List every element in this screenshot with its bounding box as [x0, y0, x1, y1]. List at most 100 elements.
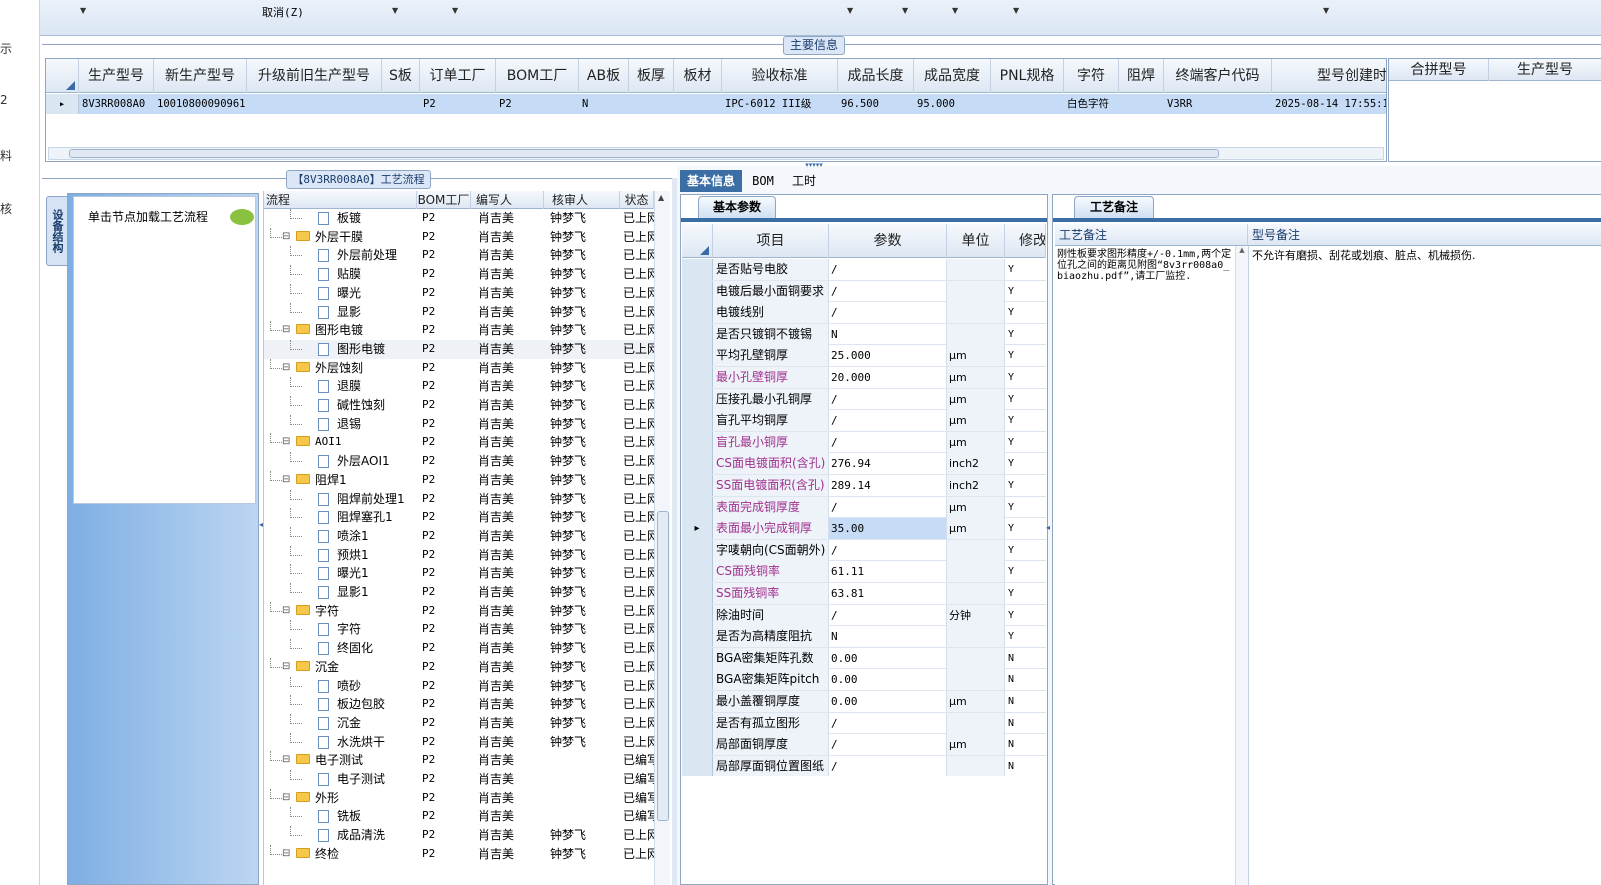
column-header[interactable]: PNL规格	[991, 59, 1064, 93]
collapse-toggle-icon[interactable]: ⊟	[282, 845, 290, 864]
dropdown-caret-icon[interactable]: ▼	[1013, 6, 1019, 15]
collapse-toggle-icon[interactable]: ⊟	[282, 359, 290, 378]
cell[interactable]	[629, 94, 674, 114]
cell[interactable]: 2025-08-14 17:55:15	[1272, 94, 1386, 114]
column-header[interactable]: 编写人	[471, 191, 544, 209]
param-value[interactable]: 35.00	[829, 518, 947, 540]
param-value[interactable]: /	[829, 431, 947, 453]
process-tree-row[interactable]: 成品清洗 P2 肖吉美 钟梦飞 已上网	[264, 826, 670, 845]
process-tree-row[interactable]: 曝光1 P2 肖吉美 钟梦飞 已上网	[264, 564, 670, 583]
note-scrollbar[interactable]: ▲	[1235, 246, 1248, 885]
param-value[interactable]: /	[829, 712, 947, 734]
model-note-text[interactable]: 不允许有磨损、刮花或划痕、脏点、机械损伤.	[1252, 249, 1597, 262]
process-tree-row[interactable]: 阻焊前处理1 P2 肖吉美 钟梦飞 已上网	[264, 489, 670, 509]
cell[interactable]: N	[579, 94, 629, 114]
process-tree-row[interactable]: 板镀 P2 肖吉美 钟梦飞 已上网	[264, 209, 670, 228]
column-header[interactable]: 字符	[1064, 59, 1119, 93]
column-header[interactable]: 核审人	[544, 191, 620, 209]
process-tree-row[interactable]: 显影1 P2 肖吉美 钟梦飞 已上网	[264, 583, 670, 602]
scrollbar-thumb[interactable]	[657, 511, 669, 821]
param-row[interactable]: 是否有孤立图形 / N	[682, 712, 1046, 735]
vertical-scrollbar[interactable]: ▲	[654, 191, 670, 885]
param-row[interactable]: 字唛朝向(CS面朝外) / Y	[682, 539, 1046, 562]
dropdown-caret-icon[interactable]: ▼	[902, 6, 908, 15]
param-value[interactable]: N	[829, 323, 947, 345]
column-header[interactable]: 型号创建时	[1272, 59, 1386, 93]
cell[interactable]	[382, 94, 420, 114]
left-nav-item[interactable]: 2	[0, 93, 8, 107]
process-tree-row[interactable]: ⊟ 外层蚀刻 P2 肖吉美 钟梦飞 已上网	[264, 358, 670, 378]
param-row[interactable]: 是否只镀铜不镀锡 N Y	[682, 323, 1046, 346]
process-tree-row[interactable]: 碱性蚀刻 P2 肖吉美 钟梦飞 已上网	[264, 396, 670, 415]
cell[interactable]	[247, 94, 382, 114]
param-row[interactable]: 盲孔平均铜厚 / μm Y	[682, 410, 1046, 432]
param-row[interactable]: SS面电镀面积(含孔) 289.14 inch2 Y	[682, 475, 1046, 497]
param-row[interactable]: CS面电镀面积(含孔) 276.94 inch2 Y	[682, 453, 1046, 475]
process-tree-row[interactable]: 贴膜 P2 肖吉美 钟梦飞 已上网	[264, 265, 670, 284]
param-value[interactable]: 0.00	[829, 647, 947, 669]
tab-bom[interactable]: BOM	[746, 170, 780, 192]
dropdown-caret-icon[interactable]: ▼	[452, 6, 458, 15]
param-row[interactable]: 局部面铜厚度 / μm N	[682, 734, 1046, 756]
process-tree-row[interactable]: 水洗烘干 P2 肖吉美 钟梦飞 已上网	[264, 732, 670, 752]
cell[interactable]: 95.000	[914, 94, 991, 114]
scrollbar-thumb[interactable]	[69, 149, 1219, 158]
collapse-toggle-icon[interactable]: ⊟	[282, 433, 290, 452]
column-header[interactable]: 订单工厂	[420, 59, 496, 93]
param-row[interactable]: 电镀后最小面铜要求 / Y	[682, 280, 1046, 303]
param-row[interactable]: SS面残铜率 63.81 Y	[682, 583, 1046, 605]
column-header[interactable]: 状态	[620, 191, 654, 209]
collapse-toggle-icon[interactable]: ⊟	[282, 751, 290, 770]
process-tree-row[interactable]: ⊟ 字符 P2 肖吉美 钟梦飞 已上网	[264, 601, 670, 621]
process-tree-row[interactable]: 预烘1 P2 肖吉美 钟梦飞 已上网	[264, 545, 670, 565]
param-row[interactable]: BGA密集矩阵pitch 0.00 N	[682, 669, 1046, 691]
column-header[interactable]: 合拼型号	[1389, 59, 1489, 81]
scroll-up-icon[interactable]: ▲	[658, 193, 664, 202]
param-value[interactable]: /	[829, 496, 947, 518]
column-header[interactable]: 阻焊	[1119, 59, 1164, 93]
param-row[interactable]: BGA密集矩阵孔数 0.00 N	[682, 647, 1046, 670]
tab-work-hours[interactable]: 工时	[784, 170, 824, 192]
process-tree-row[interactable]: ⊟ 外层干膜 P2 肖吉美 钟梦飞 已上网	[264, 227, 670, 247]
collapse-toggle-icon[interactable]: ⊟	[282, 471, 290, 490]
param-value[interactable]: 289.14	[829, 475, 947, 496]
process-tree-row[interactable]: 阻焊塞孔1 P2 肖吉美 钟梦飞 已上网	[264, 508, 670, 527]
cell[interactable]: V3RR	[1164, 94, 1272, 114]
process-tree-row[interactable]: 外层前处理 P2 肖吉美 钟梦飞 已上网	[264, 246, 670, 265]
device-structure-tab[interactable]: 设备结构	[46, 196, 68, 266]
collapse-toggle-icon[interactable]: ⊟	[282, 321, 290, 340]
cell[interactable]	[991, 94, 1064, 114]
param-row[interactable]: 是否贴号电胶 / Y	[682, 259, 1046, 281]
param-value[interactable]: /	[829, 259, 947, 280]
column-header[interactable]: 成品宽度	[914, 59, 991, 93]
param-value[interactable]: 61.11	[829, 561, 947, 583]
process-tree-row[interactable]: 曝光 P2 肖吉美 钟梦飞 已上网	[264, 283, 670, 303]
collapse-handle-icon[interactable]: ▾▾▾▾▾	[784, 162, 844, 169]
column-header[interactable]: 升级前旧生产型号	[247, 59, 382, 93]
column-header[interactable]: 板材	[674, 59, 722, 93]
param-value[interactable]: 20.000	[829, 367, 947, 388]
column-header[interactable]: 生产型号	[1489, 59, 1601, 81]
param-row[interactable]: 是否为高精度阻抗 N Y	[682, 626, 1046, 648]
param-value[interactable]: /	[829, 734, 947, 756]
process-tree-row[interactable]: 电子测试 P2 肖吉美 已编写	[264, 770, 670, 789]
param-value[interactable]: 0.00	[829, 669, 947, 691]
process-tree-row[interactable]: 终固化 P2 肖吉美 钟梦飞 已上网	[264, 639, 670, 658]
process-tree-row[interactable]: ⊟ 阻焊1 P2 肖吉美 钟梦飞 已上网	[264, 470, 670, 490]
param-row[interactable]: ▸ 表面最小完成铜厚 35.00 μm Y	[682, 518, 1046, 540]
param-value[interactable]: /	[829, 302, 947, 324]
param-row[interactable]: 电镀线别 / Y	[682, 302, 1046, 324]
tab-process-notes[interactable]: 工艺备注	[1074, 196, 1154, 218]
param-row[interactable]: 盲孔最小铜厚 / μm Y	[682, 431, 1046, 454]
column-header[interactable]: 单位	[947, 224, 1005, 258]
column-header[interactable]: 板厚	[629, 59, 674, 93]
param-value[interactable]: /	[829, 410, 947, 432]
column-header[interactable]: 生产型号	[79, 59, 154, 93]
param-row[interactable]: 最小孔壁铜厚 20.000 μm Y	[682, 367, 1046, 389]
param-value[interactable]: 25.000	[829, 345, 947, 367]
process-tree-row[interactable]: 喷涂1 P2 肖吉美 钟梦飞 已上网	[264, 526, 670, 546]
cell[interactable]: IPC-6012 III级	[722, 94, 838, 114]
left-nav-item[interactable]: 核	[0, 200, 12, 217]
param-row[interactable]: CS面残铜率 61.11 Y	[682, 561, 1046, 583]
left-nav-item[interactable]: 示	[0, 40, 12, 57]
